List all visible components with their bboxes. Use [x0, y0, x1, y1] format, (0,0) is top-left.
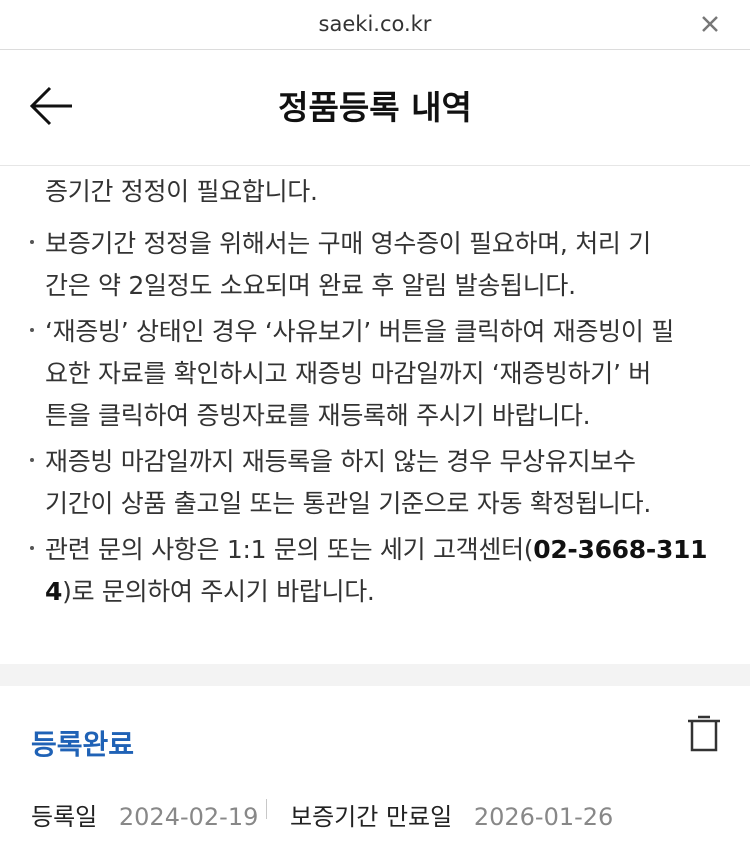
notice-text-part: 관련 문의 사항은 1:1 문의 또는 세기 고객센터( [45, 535, 534, 564]
notice-section: 증기간 정정이 필요합니다. 보증기간 정정을 위해서는 구매 영수증이 필요하… [0, 166, 750, 664]
close-icon[interactable] [696, 10, 724, 38]
notice-text: 튼을 클릭하여 증빙자료를 재등록해 주시기 바랍니다. [45, 401, 591, 430]
registered-label: 등록일 [31, 803, 98, 831]
browser-url[interactable]: saeki.co.kr [0, 12, 750, 36]
warranty-expiry: 보증기간 만료일 2026-01-26 [290, 797, 613, 832]
meta-separator [266, 799, 267, 819]
warranty-value: 2026-01-26 [473, 803, 614, 831]
registration-card: 등록완료 등록일 2024-02-19 보증기간 만료일 2026-01-26 [0, 686, 750, 844]
app-header: 정품등록 내역 [0, 50, 750, 166]
section-divider [0, 664, 750, 686]
notice-text: 관련 문의 사항은 1:1 문의 또는 세기 고객센터(02-3668-311 [45, 530, 708, 566]
registered-date: 등록일 2024-02-19 [31, 797, 258, 832]
registered-value: 2024-02-19 [118, 803, 259, 831]
page-title: 정품등록 내역 [278, 88, 472, 127]
status-label: 등록완료 [31, 728, 135, 761]
notice-text-part: )로 문의하여 주시기 바랍니다. [62, 577, 375, 606]
browser-bar: saeki.co.kr [0, 0, 750, 50]
notice-text: 보증기간 정정을 위해서는 구매 영수증이 필요하며, 처리 기 [45, 229, 651, 258]
notice-text: 기간이 상품 출고일 또는 통관일 기준으로 자동 확정됩니다. [45, 489, 651, 518]
bullet-dot [30, 458, 34, 462]
notice-text: 4)로 문의하여 주시기 바랍니다. [45, 572, 375, 608]
trash-icon[interactable] [684, 714, 724, 754]
notice-text: 요한 자료를 확인하시고 재증빙 마감일까지 ‘재증빙하기’ 버 [45, 359, 651, 388]
bullet-dot [30, 328, 34, 332]
warranty-label: 보증기간 만료일 [290, 803, 453, 831]
notice-text: 재증빙 마감일까지 재등록을 하지 않는 경우 무상유지보수 [45, 447, 636, 476]
phone-number-end[interactable]: 4 [45, 577, 62, 606]
bullet-dot [30, 240, 34, 244]
bullet-dot [30, 546, 34, 550]
notice-text: 증기간 정정이 필요합니다. [45, 177, 318, 206]
notice-text: ‘재증빙’ 상태인 경우 ‘사유보기’ 버튼을 클릭하여 재증빙이 필 [45, 317, 674, 346]
notice-text: 간은 약 2일정도 소요되며 완료 후 알림 발송됩니다. [45, 271, 576, 300]
phone-number[interactable]: 02-3668-311 [533, 535, 707, 564]
